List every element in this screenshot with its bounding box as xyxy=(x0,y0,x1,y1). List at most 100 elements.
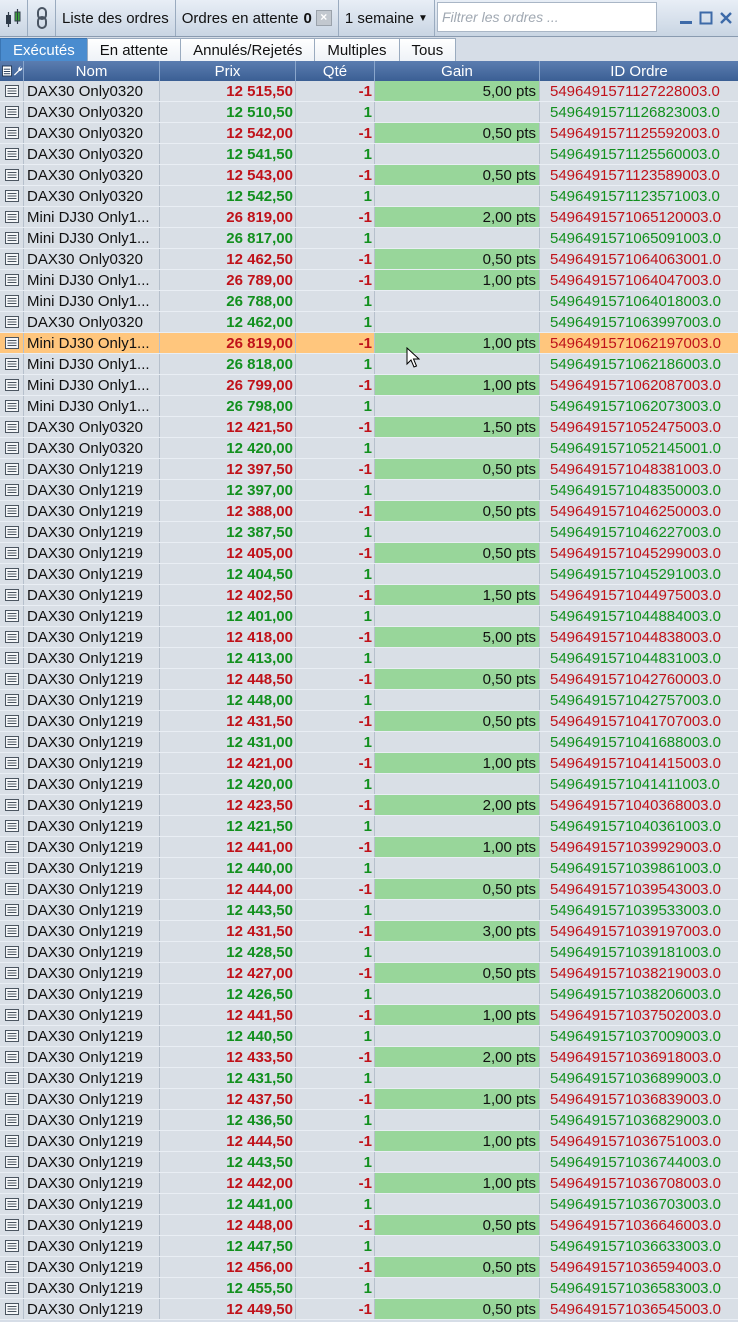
table-row[interactable]: DAX30 Only1219 12 443,50 1 5496491571036744… xyxy=(0,1152,738,1173)
table-row[interactable]: DAX30 Only1219 12 440,00 1 5496491571039861… xyxy=(0,858,738,879)
order-detail-icon[interactable] xyxy=(0,963,24,983)
table-row[interactable]: DAX30 Only1219 12 440,50 1 5496491571037009… xyxy=(0,1026,738,1047)
table-row[interactable]: DAX30 Only0320 12 420,00 1 5496491571052145… xyxy=(0,438,738,459)
table-row[interactable]: DAX30 Only1219 12 404,50 1 5496491571045291… xyxy=(0,564,738,585)
order-detail-icon[interactable] xyxy=(0,984,24,1004)
table-row[interactable]: DAX30 Only1219 12 420,00 1 5496491571041411… xyxy=(0,774,738,795)
link-chain-icon[interactable] xyxy=(28,0,56,36)
order-detail-icon[interactable] xyxy=(0,438,24,458)
order-detail-icon[interactable] xyxy=(0,1278,24,1298)
table-row[interactable]: DAX30 Only1219 12 456,00 -1 0,50 pts 5496491… xyxy=(0,1257,738,1278)
order-detail-icon[interactable] xyxy=(0,627,24,647)
order-detail-icon[interactable] xyxy=(0,1089,24,1109)
table-row[interactable]: DAX30 Only1219 12 433,50 -1 2,00 pts 5496491… xyxy=(0,1047,738,1068)
table-row[interactable]: DAX30 Only1219 12 431,50 -1 0,50 pts 5496491… xyxy=(0,711,738,732)
order-detail-icon[interactable] xyxy=(0,1131,24,1151)
order-detail-icon[interactable] xyxy=(0,1194,24,1214)
table-row[interactable]: DAX30 Only1219 12 401,00 1 5496491571044884… xyxy=(0,606,738,627)
table-row[interactable]: DAX30 Only1219 12 437,50 -1 1,00 pts 5496491… xyxy=(0,1089,738,1110)
table-row[interactable]: DAX30 Only1219 12 402,50 -1 1,50 pts 5496491… xyxy=(0,585,738,606)
table-row[interactable]: DAX30 Only1219 12 397,00 1 5496491571048350… xyxy=(0,480,738,501)
table-row[interactable]: DAX30 Only1219 12 388,00 -1 0,50 pts 5496491… xyxy=(0,501,738,522)
order-detail-icon[interactable] xyxy=(0,270,24,290)
order-detail-icon[interactable] xyxy=(0,753,24,773)
table-row[interactable]: DAX30 Only0320 12 515,50 -1 5,00 pts 5496491… xyxy=(0,81,738,102)
table-row[interactable]: DAX30 Only1219 12 447,50 1 5496491571036633… xyxy=(0,1236,738,1257)
table-row[interactable]: Mini DJ30 Only1... 26 799,00 -1 1,00 pts 549… xyxy=(0,375,738,396)
order-detail-icon[interactable] xyxy=(0,858,24,878)
order-detail-icon[interactable] xyxy=(0,795,24,815)
table-row[interactable]: DAX30 Only0320 12 421,50 -1 1,50 pts 5496491… xyxy=(0,417,738,438)
order-detail-icon[interactable] xyxy=(0,249,24,269)
order-detail-icon[interactable] xyxy=(0,879,24,899)
period-dropdown[interactable]: 1 semaine ▼ xyxy=(339,0,435,36)
order-detail-icon[interactable] xyxy=(0,81,24,101)
order-detail-icon[interactable] xyxy=(0,774,24,794)
order-detail-icon[interactable] xyxy=(0,690,24,710)
candlestick-chart-icon[interactable] xyxy=(0,0,28,36)
table-row[interactable]: DAX30 Only0320 12 462,50 -1 0,50 pts 5496491… xyxy=(0,249,738,270)
order-detail-icon[interactable] xyxy=(0,501,24,521)
column-header-id-ordre[interactable]: ID Ordre xyxy=(540,61,738,81)
table-row[interactable]: DAX30 Only1219 12 449,50 -1 0,50 pts 5496491… xyxy=(0,1299,738,1320)
tab-en-attente[interactable]: En attente xyxy=(86,38,182,61)
table-row[interactable]: Mini DJ30 Only1... 26 798,00 1 549649157106… xyxy=(0,396,738,417)
order-detail-icon[interactable] xyxy=(0,942,24,962)
table-row[interactable]: DAX30 Only1219 12 436,50 1 5496491571036829… xyxy=(0,1110,738,1131)
table-row[interactable]: DAX30 Only1219 12 448,00 1 5496491571042757… xyxy=(0,690,738,711)
table-row[interactable]: DAX30 Only0320 12 543,00 -1 0,50 pts 5496491… xyxy=(0,165,738,186)
close-icon[interactable] xyxy=(718,10,734,26)
order-detail-icon[interactable] xyxy=(0,1173,24,1193)
tab-multiples[interactable]: Multiples xyxy=(314,38,400,61)
table-row[interactable]: DAX30 Only1219 12 444,00 -1 0,50 pts 5496491… xyxy=(0,879,738,900)
table-row[interactable]: DAX30 Only0320 12 510,50 1 5496491571126823… xyxy=(0,102,738,123)
table-row[interactable]: DAX30 Only0320 12 541,50 1 5496491571125560… xyxy=(0,144,738,165)
order-detail-icon[interactable] xyxy=(0,291,24,311)
table-row[interactable]: DAX30 Only1219 12 413,00 1 5496491571044831… xyxy=(0,648,738,669)
order-detail-icon[interactable] xyxy=(0,606,24,626)
order-detail-icon[interactable] xyxy=(0,480,24,500)
order-detail-icon[interactable] xyxy=(0,669,24,689)
order-detail-icon[interactable] xyxy=(0,375,24,395)
order-detail-icon[interactable] xyxy=(0,123,24,143)
table-row[interactable]: DAX30 Only1219 12 444,50 -1 1,00 pts 5496491… xyxy=(0,1131,738,1152)
wrench-icon[interactable] xyxy=(13,65,23,77)
tab-annules-rejetes[interactable]: Annulés/Rejetés xyxy=(180,38,316,61)
order-detail-icon[interactable] xyxy=(0,1026,24,1046)
table-row[interactable]: DAX30 Only1219 12 387,50 1 5496491571046227… xyxy=(0,522,738,543)
filter-input[interactable] xyxy=(436,2,657,32)
order-detail-icon[interactable] xyxy=(0,354,24,374)
order-detail-icon[interactable] xyxy=(0,144,24,164)
order-detail-icon[interactable] xyxy=(0,459,24,479)
table-row[interactable]: DAX30 Only1219 12 426,50 1 5496491571038206… xyxy=(0,984,738,1005)
table-row[interactable]: DAX30 Only1219 12 405,00 -1 0,50 pts 5496491… xyxy=(0,543,738,564)
order-detail-icon[interactable] xyxy=(0,228,24,248)
order-detail-icon[interactable] xyxy=(0,1215,24,1235)
order-detail-icon[interactable] xyxy=(0,312,24,332)
tab-tous[interactable]: Tous xyxy=(398,38,457,61)
order-detail-icon[interactable] xyxy=(0,921,24,941)
order-detail-icon[interactable] xyxy=(0,417,24,437)
table-row[interactable]: DAX30 Only1219 12 421,50 1 5496491571040361… xyxy=(0,816,738,837)
orders-list-button[interactable]: Liste des ordres xyxy=(56,0,176,36)
order-detail-icon[interactable] xyxy=(0,102,24,122)
table-row[interactable]: DAX30 Only0320 12 542,50 1 5496491571123571… xyxy=(0,186,738,207)
table-row[interactable]: DAX30 Only1219 12 455,50 1 5496491571036583… xyxy=(0,1278,738,1299)
table-row[interactable]: Mini DJ30 Only1... 26 818,00 1 549649157106… xyxy=(0,354,738,375)
table-row[interactable]: DAX30 Only0320 12 542,00 -1 0,50 pts 5496491… xyxy=(0,123,738,144)
order-detail-icon[interactable] xyxy=(0,396,24,416)
order-detail-icon[interactable] xyxy=(0,648,24,668)
table-row[interactable]: DAX30 Only1219 12 448,00 -1 0,50 pts 5496491… xyxy=(0,1215,738,1236)
order-detail-icon[interactable] xyxy=(0,585,24,605)
order-detail-icon[interactable] xyxy=(0,186,24,206)
table-row[interactable]: Mini DJ30 Only1... 26 819,00 -1 2,00 pts 549… xyxy=(0,207,738,228)
table-row[interactable]: DAX30 Only1219 12 428,50 1 5496491571039181… xyxy=(0,942,738,963)
order-detail-icon[interactable] xyxy=(0,1257,24,1277)
table-row[interactable]: DAX30 Only1219 12 442,00 -1 1,00 pts 5496491… xyxy=(0,1173,738,1194)
table-row[interactable]: DAX30 Only0320 12 462,00 1 5496491571063997… xyxy=(0,312,738,333)
table-row[interactable]: DAX30 Only1219 12 431,00 1 5496491571041688… xyxy=(0,732,738,753)
order-detail-icon[interactable] xyxy=(0,1047,24,1067)
table-row[interactable]: DAX30 Only1219 12 431,50 -1 3,00 pts 5496491… xyxy=(0,921,738,942)
tab-executes[interactable]: Exécutés xyxy=(0,38,88,61)
order-detail-icon[interactable] xyxy=(0,1236,24,1256)
